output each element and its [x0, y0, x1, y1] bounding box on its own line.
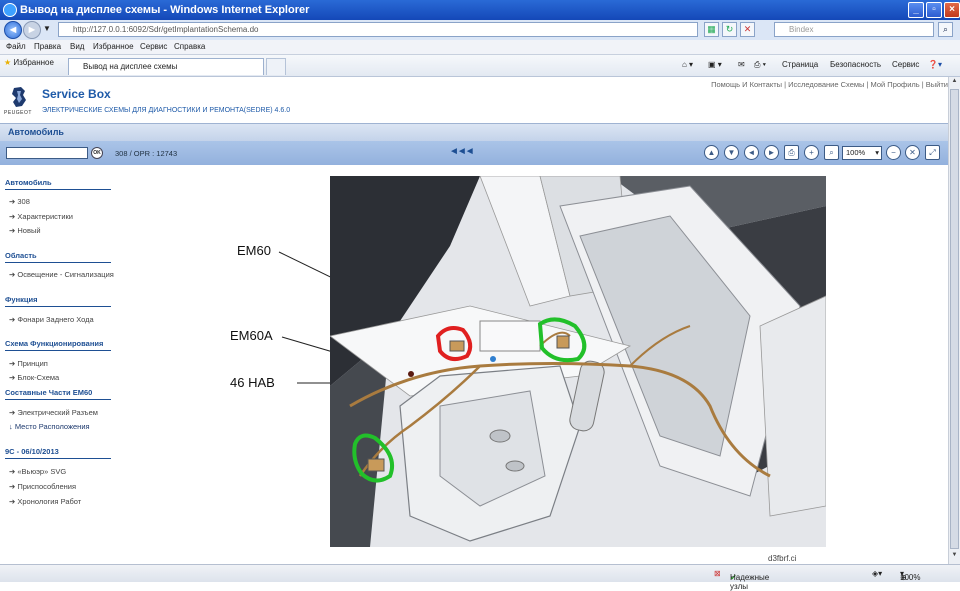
status-bar: ⊠ ✔ Надежные узлы ◈▾ ⊕ 100% ▾ [0, 564, 960, 591]
page-footer-fragment: d3fbrf.ci [768, 554, 797, 563]
scroll-up-icon[interactable]: ▲ [950, 78, 959, 88]
protected-mode-icon[interactable]: ◈▾ [872, 569, 882, 578]
scroll-down-icon[interactable]: ▼ [950, 552, 959, 562]
vertical-scrollbar[interactable]: ▲ ▼ [948, 77, 960, 564]
scrollbar-thumb[interactable] [950, 89, 959, 549]
car-body-illustration [330, 176, 826, 547]
blocked-icon: ⊠ [714, 569, 721, 578]
location-diagram[interactable] [330, 176, 826, 547]
zoom-status[interactable]: ⊕ 100% ▾ [900, 569, 920, 582]
